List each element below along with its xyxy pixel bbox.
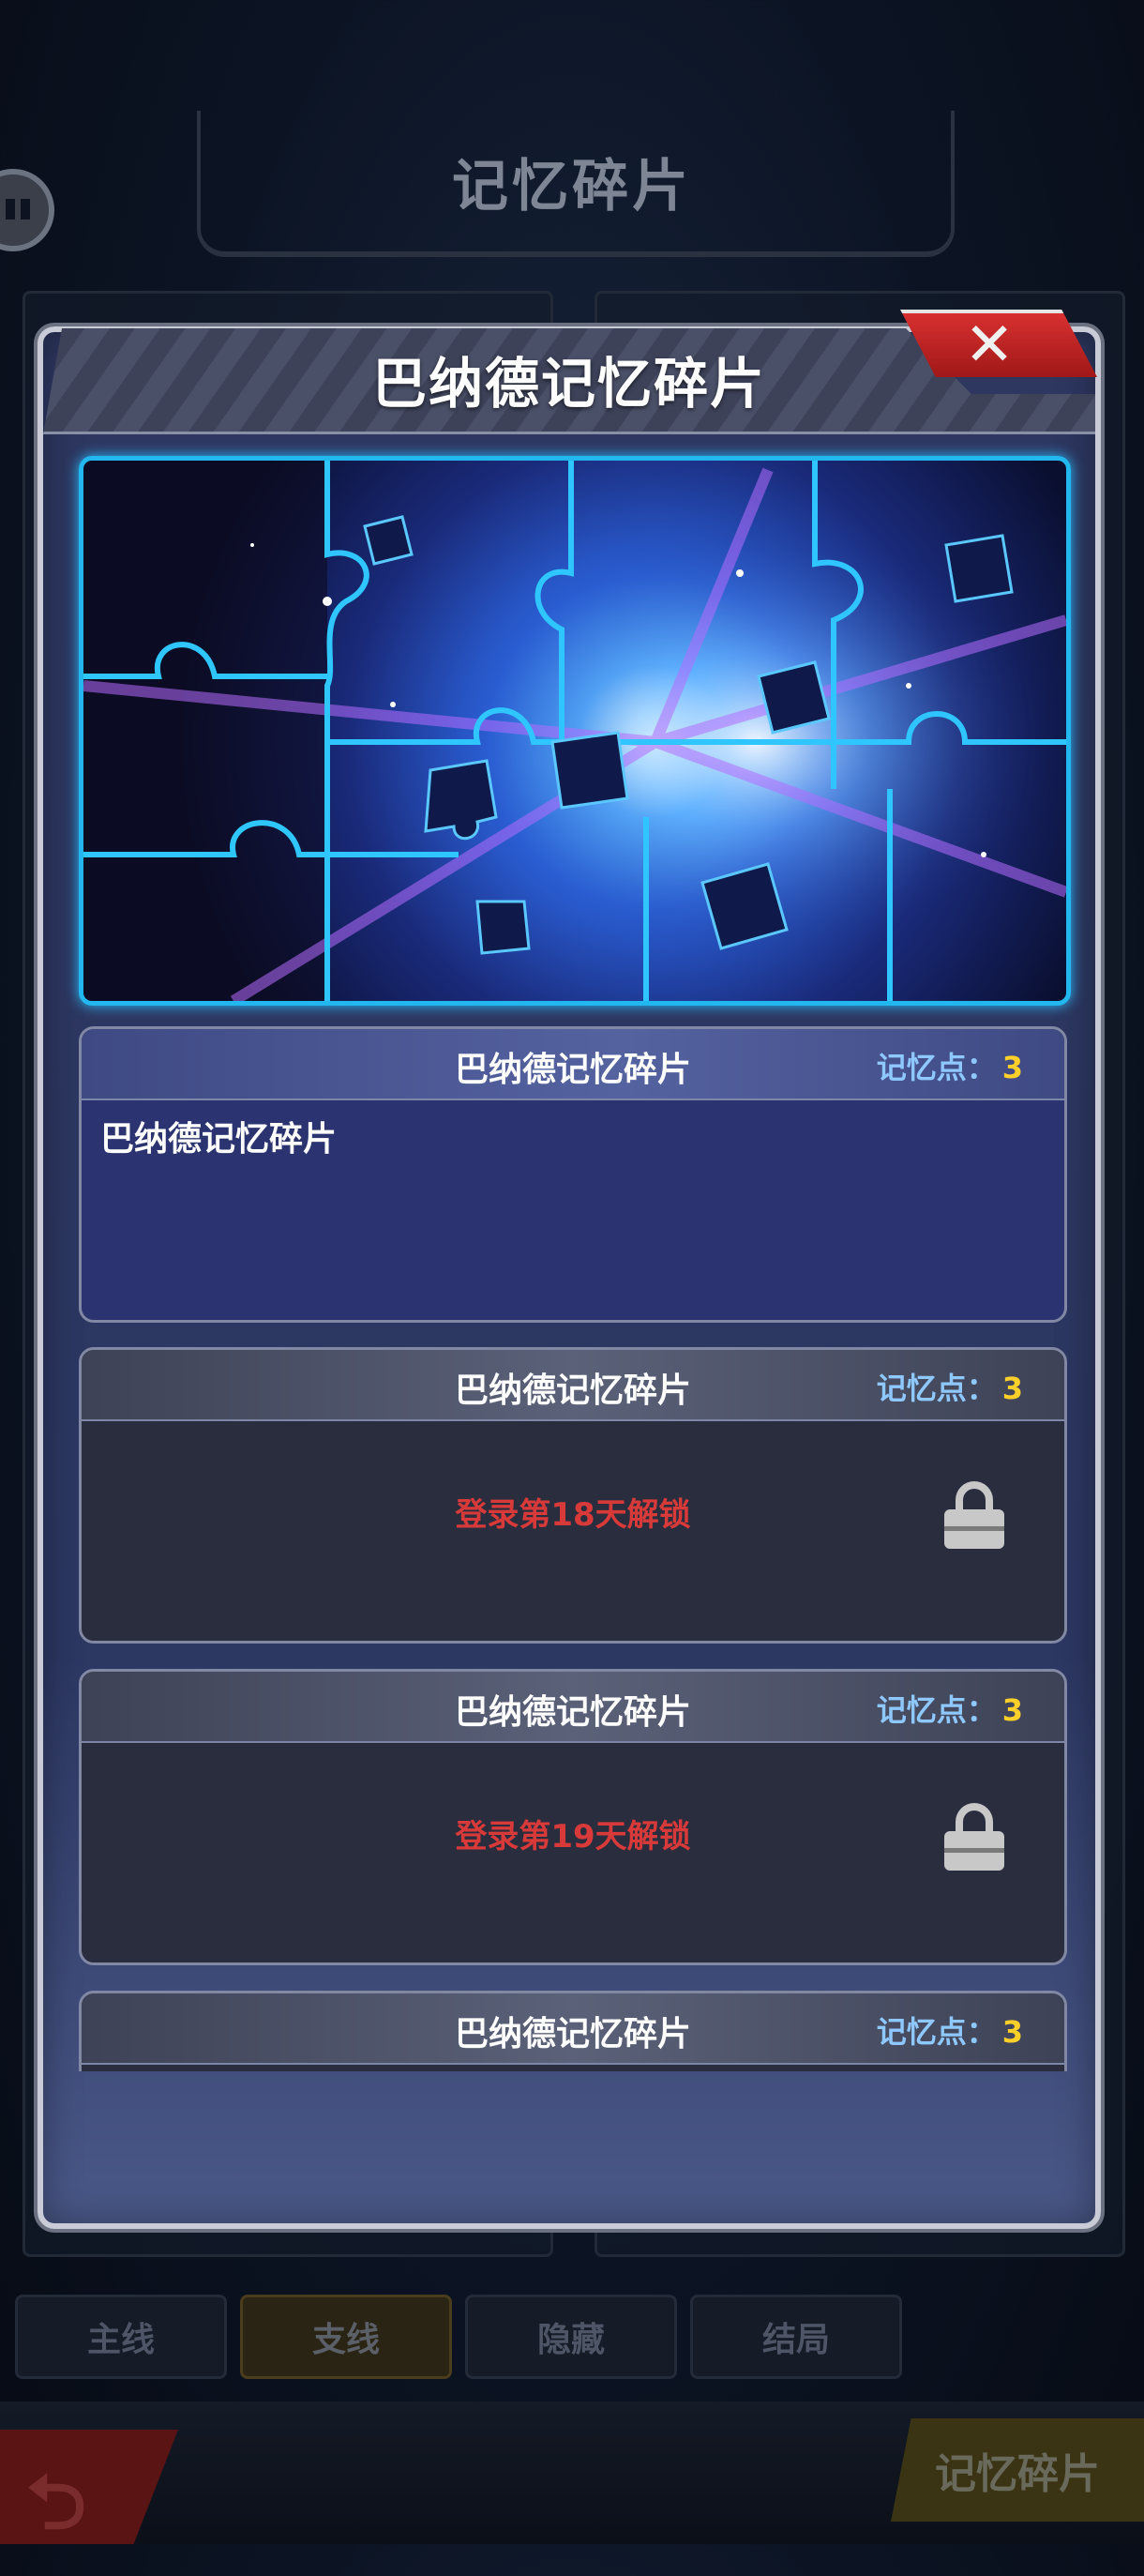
points-value: 3 [1001,1692,1023,1728]
tab-side[interactable]: 支线 [240,2295,452,2379]
back-arrow-icon: ⮌ [26,2459,87,2546]
fragment-list[interactable]: 巴纳德记忆碎片 记忆点： 3 巴纳德记忆碎片 巴纳德记忆碎片 记忆点： 3 登录第1… [21,308,1118,2071]
points-label: 记忆点： [876,1050,997,1085]
fragment-card: 巴纳德记忆碎片 记忆点： 3 [79,1991,1067,2071]
fragment-card: 巴纳德记忆碎片 记忆点： 3 登录第18天解锁 [79,1347,1067,1644]
background-tab-bar: 主线 支线 隐藏 结局 [15,2295,906,2379]
fragment-card: 巴纳德记忆碎片 记忆点： 3 登录第19天解锁 [79,1669,1067,1965]
fragment-header: 巴纳德记忆碎片 记忆点： 3 [82,1993,1064,2065]
points-label: 记忆点： [876,1692,997,1728]
points-value: 3 [1001,1050,1023,1085]
fragment-header: 巴纳德记忆碎片 记忆点： 3 [82,1029,1064,1100]
fragment-header: 巴纳德记忆碎片 记忆点： 3 [82,1350,1064,1421]
fragment-points: 记忆点： 3 [877,1365,1023,1408]
fragment-card: 巴纳德记忆碎片 记忆点： 3 巴纳德记忆碎片 [79,1026,1067,1323]
lock-icon [944,1803,1004,1871]
tab-ending[interactable]: 结局 [690,2295,902,2379]
fragment-points: 记忆点： 3 [877,1687,1023,1730]
tab-hidden[interactable]: 隐藏 [465,2295,677,2379]
points-value: 3 [1001,1371,1023,1406]
unlock-condition: 登录第19天解锁 [455,1818,691,1856]
fragment-points: 记忆点： 3 [877,2008,1023,2052]
tab-main[interactable]: 主线 [15,2295,227,2379]
bottom-tab-memory-fragments[interactable]: 记忆碎片 [891,2418,1144,2522]
points-value: 3 [1001,2014,1023,2050]
unlock-condition: 登录第18天解锁 [455,1496,691,1534]
points-label: 记忆点： [876,2014,997,2050]
fragment-header: 巴纳德记忆碎片 记忆点： 3 [82,1672,1064,1743]
background-title: 记忆碎片 [452,154,692,220]
fragment-description: 巴纳德记忆碎片 [100,1120,338,1159]
fragment-points: 记忆点： 3 [877,1044,1023,1087]
memory-fragment-modal: 巴纳德记忆碎片 ✕ 巴纳德记忆碎片 记忆点： 3 巴纳德记忆碎片 巴纳德记忆碎片… [21,308,1118,2238]
lock-icon [944,1481,1004,1549]
points-label: 记忆点： [876,1371,997,1406]
